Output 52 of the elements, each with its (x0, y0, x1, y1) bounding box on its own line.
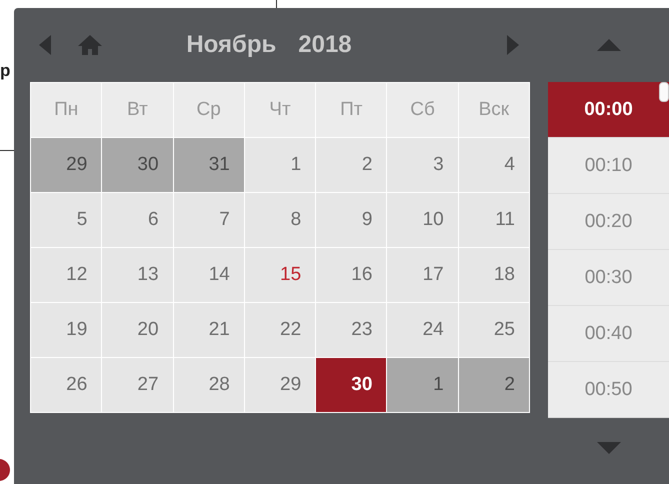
label-fragment: р (0, 60, 12, 82)
day-cell[interactable]: 24 (387, 303, 458, 357)
day-cell[interactable]: 2 (316, 138, 386, 192)
year-label[interactable]: 2018 (298, 31, 352, 59)
weekday-header: Сб (387, 83, 458, 137)
day-cell[interactable]: 15 (244, 248, 316, 302)
scrollbar-thumb[interactable] (659, 82, 669, 102)
day-cell[interactable]: 20 (102, 303, 173, 357)
day-cell[interactable]: 7 (174, 193, 244, 247)
day-cell[interactable]: 6 (102, 193, 173, 247)
day-cell[interactable]: 16 (316, 248, 386, 302)
day-cell[interactable]: 5 (31, 193, 102, 247)
day-cell[interactable]: 22 (244, 303, 316, 357)
weekday-header: Чт (244, 83, 316, 137)
day-cell[interactable]: 8 (244, 193, 316, 247)
day-cell[interactable]: 25 (458, 303, 529, 357)
day-cell[interactable]: 31 (174, 138, 244, 192)
day-cell[interactable]: 28 (174, 358, 244, 412)
day-cell[interactable]: 1 (387, 358, 458, 412)
day-cell[interactable]: 18 (458, 248, 529, 302)
caret-down-icon[interactable] (596, 442, 620, 454)
home-icon[interactable] (78, 35, 102, 55)
day-cell[interactable]: 29 (31, 138, 102, 192)
day-cell[interactable]: 30 (316, 358, 386, 412)
day-cell[interactable]: 30 (102, 138, 173, 192)
day-cell[interactable]: 21 (174, 303, 244, 357)
day-cell[interactable]: 4 (458, 138, 529, 192)
day-cell[interactable]: 3 (387, 138, 458, 192)
day-cell[interactable]: 17 (387, 248, 458, 302)
day-cell[interactable]: 19 (31, 303, 102, 357)
weekday-header: Вск (458, 83, 529, 137)
day-cell[interactable]: 23 (316, 303, 386, 357)
day-cell[interactable]: 13 (102, 248, 173, 302)
caret-right-icon[interactable] (507, 35, 519, 55)
weekday-header: Вт (102, 83, 173, 137)
day-cell[interactable]: 14 (174, 248, 244, 302)
day-cell[interactable]: 27 (102, 358, 173, 412)
day-cell[interactable]: 10 (387, 193, 458, 247)
weekday-header: Пт (316, 83, 386, 137)
day-cell[interactable]: 9 (316, 193, 386, 247)
day-cell[interactable]: 11 (458, 193, 529, 247)
day-cell[interactable]: 1 (244, 138, 316, 192)
day-cell[interactable]: 26 (31, 358, 102, 412)
weekday-header: Пн (31, 83, 102, 137)
caret-up-icon[interactable] (596, 39, 620, 51)
weekday-header: Ср (174, 83, 244, 137)
day-cell[interactable]: 29 (244, 358, 316, 412)
month-label[interactable]: Ноябрь (186, 31, 276, 59)
day-cell[interactable]: 2 (458, 358, 529, 412)
time-option[interactable]: 00:00 (548, 82, 669, 138)
day-cell[interactable]: 12 (31, 248, 102, 302)
caret-left-icon[interactable] (39, 35, 51, 55)
